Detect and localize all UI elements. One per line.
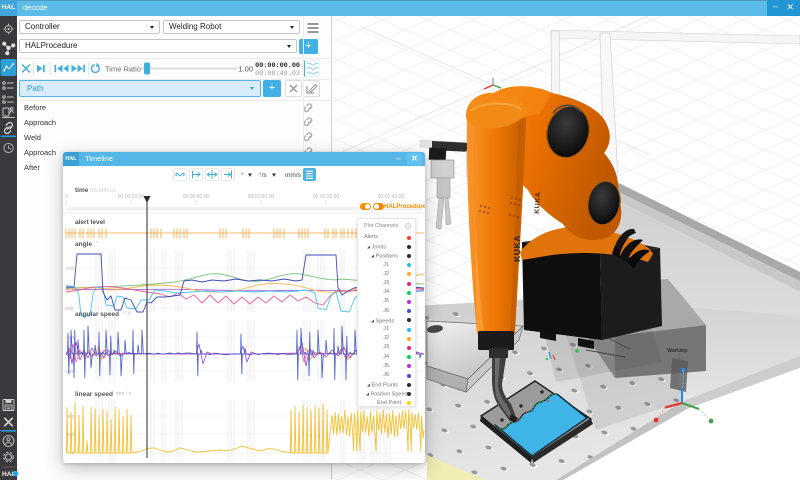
svg-text:1.00: 1.00 [238,65,253,74]
svg-text:00:01:00.00: 00:01:00.00 [248,194,275,200]
svg-text:100: 100 [66,266,74,271]
svg-text:00:01:40.00: 00:01:40.00 [378,194,405,200]
svg-text:° / s: ° / s [122,311,131,317]
svg-text:KUKA: KUKA [534,192,542,215]
svg-text:mm / s: mm / s [116,391,131,397]
svg-text:mm/s: mm/s [285,172,302,179]
svg-text:KUKA: KUKA [512,235,522,262]
svg-text:00:00:40.00: 00:00:40.00 [183,194,210,200]
svg-text:°: ° [96,241,98,247]
svg-text:Worktop: Worktop [667,348,687,354]
svg-text:time: time [75,187,89,194]
svg-text:-100: -100 [64,306,74,311]
svg-text:angular speed: angular speed [75,311,119,318]
svg-text:°/s: °/s [259,171,267,179]
svg-text:00:01:20.00: 00:01:20.00 [313,194,340,200]
svg-text:linear speed: linear speed [75,391,113,398]
svg-text:hh:mm:ss: hh:mm:ss [90,188,116,194]
svg-text:00:00:00.00: 00:00:00.00 [255,62,300,70]
svg-text:angle: angle [75,241,92,248]
svg-text:alert level: alert level [75,219,105,226]
svg-text:°: ° [241,171,244,179]
svg-text:00:00:49.03: 00:00:49.03 [255,70,300,78]
svg-text:Time Ratio: Time Ratio [105,65,141,74]
svg-text:0: 0 [65,194,68,200]
svg-text:00:00:20.00: 00:00:20.00 [118,194,145,200]
